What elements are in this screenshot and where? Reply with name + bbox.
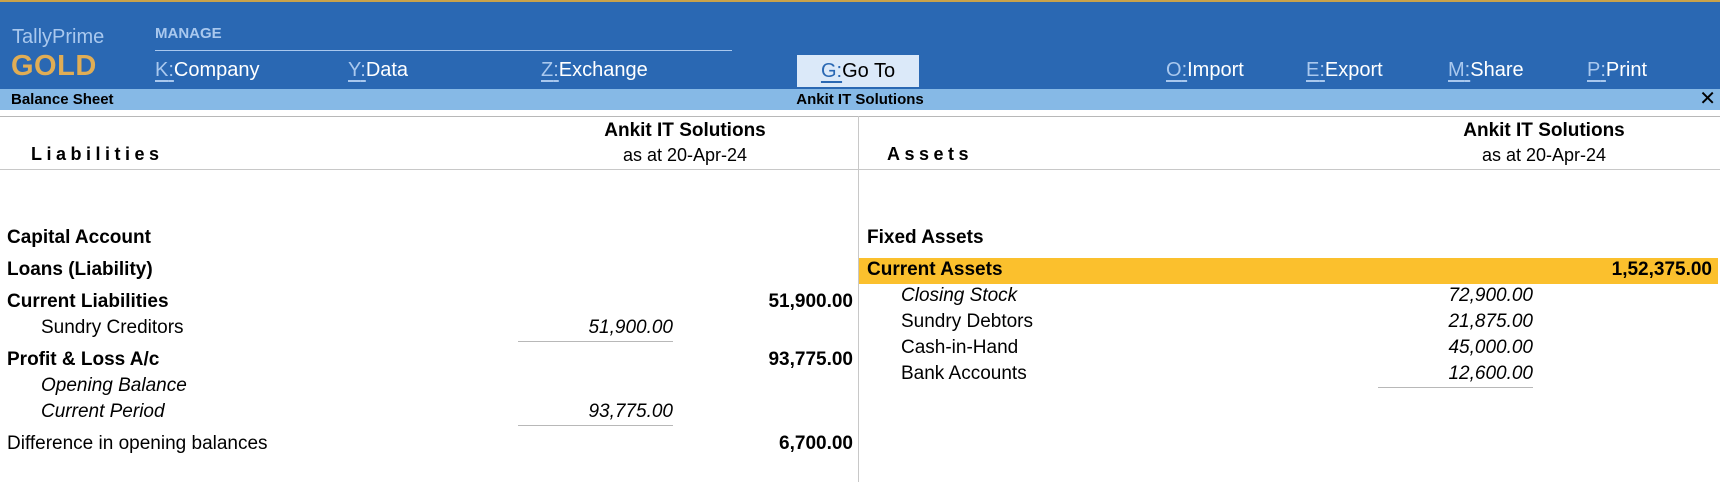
menu-share-key: M xyxy=(1448,59,1465,81)
sundry-debtors-item[interactable]: Sundry Debtors xyxy=(901,311,1033,333)
menu-share[interactable]: M:Share xyxy=(1448,59,1524,82)
column-divider xyxy=(858,116,859,482)
menu-export[interactable]: E:Export xyxy=(1306,59,1383,82)
current-period-item[interactable]: Current Period xyxy=(41,401,165,423)
cash-in-hand-amount: 45,000.00 xyxy=(1448,337,1533,358)
sundry-creditors-item[interactable]: Sundry Creditors xyxy=(41,317,184,339)
menu-data-label: Data xyxy=(365,59,409,81)
difference-opening-balances[interactable]: Difference in opening balances xyxy=(7,433,268,455)
profit-loss-amount: 93,775.00 xyxy=(768,349,853,370)
opening-balance-item[interactable]: Opening Balance xyxy=(41,375,187,397)
sundry-creditors-amount: 51,900.00 xyxy=(588,317,673,338)
menu-export-key: E xyxy=(1306,59,1320,81)
bank-accounts-item[interactable]: Bank Accounts xyxy=(901,363,1027,385)
brand-edition: GOLD xyxy=(11,50,97,82)
subtotal-underline xyxy=(1378,387,1533,388)
goto-key: G xyxy=(820,60,837,82)
liability-profit-loss[interactable]: Profit & Loss A/c xyxy=(7,349,159,371)
asset-fixed-assets[interactable]: Fixed Assets xyxy=(867,227,984,249)
liabilities-heading: Liabilities xyxy=(31,144,164,164)
menu-export-label: Export xyxy=(1324,59,1383,81)
menu-exchange-key: Z xyxy=(541,59,554,81)
menu-company[interactable]: K:Company xyxy=(155,59,260,82)
menu-import-label: Import xyxy=(1187,59,1244,81)
menu-data[interactable]: Y:Data xyxy=(348,59,408,82)
manage-label: MANAGE xyxy=(155,25,222,42)
sundry-debtors-amount: 21,875.00 xyxy=(1448,311,1533,332)
current-period-amount: 93,775.00 xyxy=(588,401,673,422)
report-title-bar: Balance Sheet Ankit IT Solutions ✕ xyxy=(0,89,1720,110)
assets-heading: Assets xyxy=(887,144,974,164)
subtotal-underline xyxy=(518,425,673,426)
liability-loans[interactable]: Loans (Liability) xyxy=(7,259,153,281)
bank-accounts-amount: 12,600.00 xyxy=(1448,363,1533,384)
closing-stock-item[interactable]: Closing Stock xyxy=(901,285,1017,307)
current-liabilities-amount: 51,900.00 xyxy=(768,291,853,312)
liabilities-as-at-date: as at 20-Apr-24 xyxy=(622,145,748,165)
menu-company-key: K xyxy=(155,59,169,81)
assets-as-at-date: as at 20-Apr-24 xyxy=(1481,145,1607,165)
top-menu-bar: TallyPrime GOLD MANAGE K:Company Y:Data … xyxy=(0,0,1720,89)
closing-stock-amount: 72,900.00 xyxy=(1448,285,1533,306)
liabilities-company-name: Ankit IT Solutions xyxy=(604,120,766,141)
menu-print[interactable]: P:Print xyxy=(1587,59,1647,82)
cash-in-hand-item[interactable]: Cash-in-Hand xyxy=(901,337,1018,359)
difference-amount: 6,700.00 xyxy=(779,433,853,454)
menu-data-key: Y xyxy=(348,59,361,81)
company-title: Ankit IT Solutions xyxy=(796,91,924,108)
menu-company-label: Company xyxy=(173,59,260,81)
goto-label: Go To xyxy=(842,60,896,82)
menu-exchange[interactable]: Z:Exchange xyxy=(541,59,648,82)
header-separator-top xyxy=(0,116,1720,117)
close-icon[interactable]: ✕ xyxy=(1699,89,1716,110)
asset-current-assets[interactable]: Current Assets xyxy=(867,259,1003,281)
menu-print-key: P xyxy=(1587,59,1601,81)
liability-current-liabilities[interactable]: Current Liabilities xyxy=(7,291,169,313)
current-assets-amount: 1,52,375.00 xyxy=(1611,259,1712,280)
liability-capital-account[interactable]: Capital Account xyxy=(7,227,151,249)
menu-share-label: Share xyxy=(1470,59,1524,81)
subtotal-underline xyxy=(518,341,673,342)
menu-exchange-label: Exchange xyxy=(558,59,648,81)
assets-company-name: Ankit IT Solutions xyxy=(1463,120,1625,141)
menu-print-label: Print xyxy=(1605,59,1648,81)
menu-import[interactable]: O:Import xyxy=(1166,59,1244,82)
brand-name: TallyPrime xyxy=(12,26,105,48)
header-separator-bottom xyxy=(0,169,1720,170)
manage-divider xyxy=(155,50,732,51)
menu-import-key: O xyxy=(1166,59,1182,81)
goto-button[interactable]: G:Go To xyxy=(797,55,919,87)
